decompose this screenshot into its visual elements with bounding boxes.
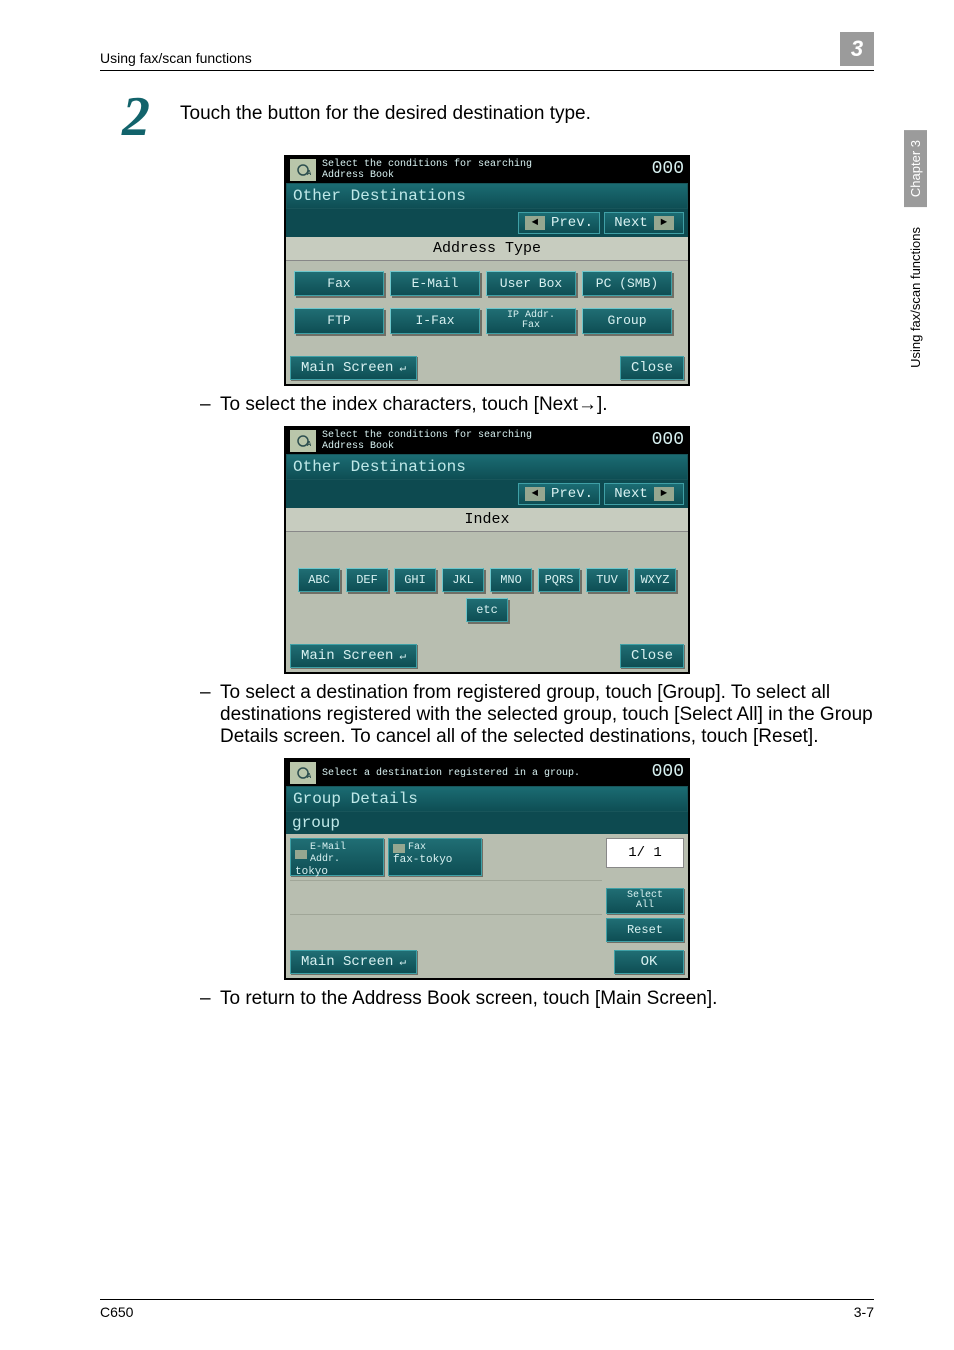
reset-button[interactable]: Reset [606,918,684,942]
step-number: 2 [100,89,150,145]
panel-hint: Select a destination registered in a gro… [322,768,580,779]
footer-right: 3-7 [854,1304,874,1320]
ftp-button[interactable]: FTP [294,308,384,334]
index-abc-button[interactable]: ABC [298,568,340,592]
return-icon: ↵ [399,955,406,969]
close-button[interactable]: Close [620,644,684,668]
select-all-button[interactable]: SelectAll [606,888,684,914]
svg-text:A: A [307,773,311,780]
group-name-label: group [286,812,688,834]
arrow-right-icon: ► [654,487,674,501]
fax-button[interactable]: Fax [294,271,384,296]
blank-row [290,880,602,910]
ipaddr-fax-button[interactable]: IP Addr.Fax [486,308,576,334]
group-button[interactable]: Group [582,308,672,334]
ifax-button[interactable]: I-Fax [390,308,480,334]
arrow-left-icon: ◄ [525,487,545,501]
page-counter: 1/ 1 [606,838,684,868]
next-button[interactable]: Next ► [604,212,684,234]
panel-hint: Select the conditions for searching Addr… [322,159,532,181]
main-screen-button[interactable]: Main Screen ↵ [290,644,417,668]
return-icon: ↵ [399,649,406,663]
svg-text:A: A [307,170,311,177]
section-label: Address Type [286,237,688,261]
blank-row [290,914,602,944]
next-button[interactable]: Next ► [604,483,684,505]
step-instruction: Touch the button for the desired destina… [180,89,591,125]
arrow-right-icon: ► [654,216,674,230]
fax-icon [393,844,405,853]
panel-top: A Select the conditions for searching Ad… [286,428,688,454]
close-button[interactable]: Close [620,356,684,380]
index-wxyz-button[interactable]: WXYZ [634,568,676,592]
panel-hint: Select the conditions for searching Addr… [322,430,532,452]
bullet-index: To select the index characters, touch [N… [200,394,874,416]
prev-button[interactable]: ◄ Prev. [518,212,600,234]
panel-title: Other Destinations [286,183,688,209]
index-mno-button[interactable]: MNO [490,568,532,592]
main-screen-button[interactable]: Main Screen ↵ [290,950,417,974]
email-button[interactable]: E-Mail [390,271,480,296]
bullet-return: To return to the Address Book screen, to… [200,988,874,1010]
ok-button[interactable]: OK [614,950,684,974]
job-counter: 000 [652,160,684,180]
job-counter: 000 [652,431,684,451]
side-tab: Chapter 3 Using fax/scan functions [904,130,934,530]
dest-fax-tokyo[interactable]: Fax fax-tokyo [388,838,482,876]
panel-title: Other Destinations [286,454,688,480]
main-screen-button[interactable]: Main Screen ↵ [290,356,417,380]
step-row: 2 Touch the button for the desired desti… [100,89,874,145]
return-icon: ↵ [399,361,406,375]
section-label: Index [286,508,688,532]
address-type-panel: A Select the conditions for searching Ad… [284,155,690,386]
prev-button[interactable]: ◄ Prev. [518,483,600,505]
side-chapter-label: Chapter 3 [904,130,927,207]
side-section-label: Using fax/scan functions [904,217,927,378]
logo-icon: A [290,430,316,452]
dest-email-tokyo[interactable]: E-MailAddr. tokyo [290,838,384,876]
userbox-button[interactable]: User Box [486,271,576,296]
bullet-group: To select a destination from registered … [200,682,874,748]
panel-nav: ◄ Prev. Next ► [286,480,688,508]
index-pqrs-button[interactable]: PQRS [538,568,580,592]
panel-title: Group Details [286,786,688,812]
header-bar: Using fax/scan functions 3 [100,40,874,71]
index-tuv-button[interactable]: TUV [586,568,628,592]
svg-text:A: A [307,441,311,448]
pc-smb-button[interactable]: PC (SMB) [582,271,672,296]
footer-left: C650 [100,1304,133,1320]
mail-icon [295,850,307,859]
chapter-number-box: 3 [840,32,874,66]
index-ghi-button[interactable]: GHI [394,568,436,592]
index-panel: A Select the conditions for searching Ad… [284,426,690,674]
panel-top: A Select the conditions for searching Ad… [286,157,688,183]
job-counter: 000 [652,763,684,783]
index-def-button[interactable]: DEF [346,568,388,592]
logo-icon: A [290,762,316,784]
footer-bar: C650 3-7 [100,1299,874,1320]
panel-nav: ◄ Prev. Next ► [286,209,688,237]
index-jkl-button[interactable]: JKL [442,568,484,592]
header-left: Using fax/scan functions [100,50,252,66]
index-etc-button[interactable]: etc [466,598,508,622]
logo-icon: A [290,159,316,181]
group-details-panel: A Select a destination registered in a g… [284,758,690,980]
arrow-left-icon: ◄ [525,216,545,230]
panel-top: A Select a destination registered in a g… [286,760,688,786]
